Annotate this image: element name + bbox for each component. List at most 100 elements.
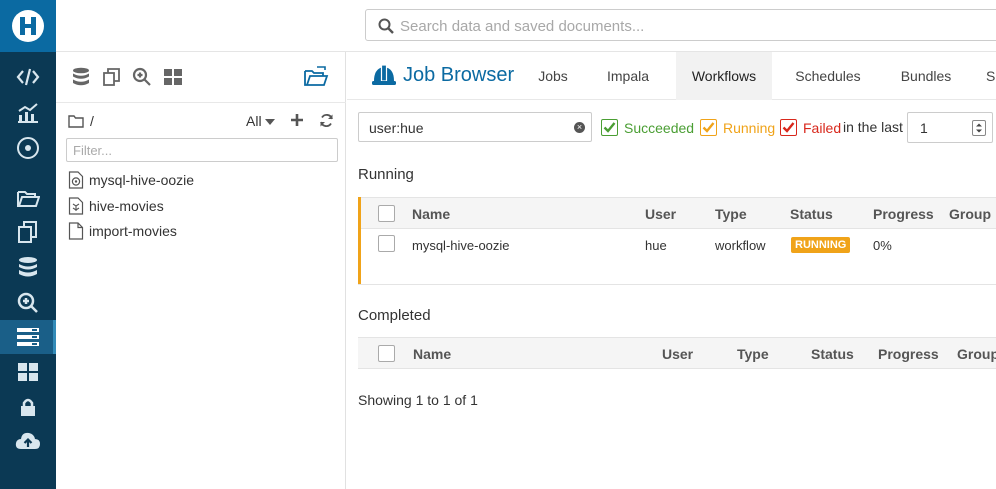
user-filter-input[interactable] bbox=[369, 118, 569, 138]
succeeded-checkbox[interactable] bbox=[601, 119, 618, 136]
row-checkbox[interactable] bbox=[378, 235, 395, 252]
file-item-hive-movies[interactable]: hive-movies bbox=[68, 196, 164, 216]
failed-checkbox[interactable] bbox=[780, 119, 797, 136]
add-icon[interactable] bbox=[290, 113, 304, 127]
folder-open-icon[interactable] bbox=[303, 66, 329, 88]
tab-workflows[interactable]: Workflows bbox=[676, 52, 772, 100]
hive-file-icon bbox=[68, 197, 84, 215]
clear-icon[interactable]: × bbox=[574, 122, 585, 133]
tab-impala[interactable]: Impala bbox=[601, 52, 655, 100]
search-zoom-icon bbox=[16, 291, 40, 315]
running-checkbox[interactable] bbox=[700, 119, 717, 136]
code-icon bbox=[16, 68, 40, 86]
column-header-type[interactable]: Type bbox=[737, 346, 769, 362]
running-section-title: Running bbox=[358, 166, 414, 183]
in-the-last-input[interactable] bbox=[920, 119, 960, 137]
global-search bbox=[365, 9, 996, 41]
documents-icon[interactable] bbox=[101, 66, 123, 88]
nav-dashboard-button[interactable] bbox=[0, 96, 56, 130]
column-header-user[interactable]: User bbox=[645, 206, 676, 222]
column-header-progress[interactable]: Progress bbox=[873, 206, 934, 222]
job-browser-title: Job Browser bbox=[371, 63, 514, 87]
job-browser-header: Job Browser Jobs Impala Workflows Schedu… bbox=[347, 52, 996, 100]
tab-workflows-label: Workflows bbox=[691, 68, 757, 84]
column-header-status[interactable]: Status bbox=[811, 346, 854, 362]
nav-search-button[interactable] bbox=[0, 286, 56, 320]
file-icon bbox=[68, 222, 84, 240]
hard-hat-icon bbox=[371, 63, 397, 87]
spinner-arrows-icon[interactable] bbox=[972, 120, 986, 136]
column-header-name[interactable]: Name bbox=[412, 206, 450, 222]
tab-jobs[interactable]: Jobs bbox=[531, 52, 575, 100]
select-all-checkbox[interactable] bbox=[378, 345, 395, 362]
tab-overflow[interactable]: S bbox=[986, 52, 996, 100]
workflow-file-icon bbox=[68, 171, 84, 189]
job-name[interactable]: mysql-hive-oozie bbox=[412, 238, 510, 253]
table-header: Name User Type Status Progress Group bbox=[358, 197, 996, 229]
search-icon bbox=[378, 18, 394, 34]
job-progress: 0% bbox=[873, 238, 892, 253]
column-header-group[interactable]: Group bbox=[949, 206, 991, 222]
database-icon[interactable] bbox=[70, 66, 92, 88]
caret-down-icon bbox=[265, 119, 276, 126]
tab-schedules[interactable]: Schedules bbox=[792, 52, 864, 100]
assist-filter-input[interactable] bbox=[66, 138, 338, 162]
file-item-mysql-hive-oozie[interactable]: mysql-hive-oozie bbox=[68, 170, 194, 190]
in-the-last-label: in the last bbox=[843, 119, 903, 135]
circle-dot-icon bbox=[16, 136, 40, 160]
tab-bundles[interactable]: Bundles bbox=[898, 52, 954, 100]
chart-icon bbox=[16, 102, 40, 124]
nav-security-button[interactable] bbox=[0, 390, 56, 424]
assist-panel: / All mysql-hive-oozie hive-movies impor… bbox=[56, 52, 346, 489]
user-filter: × bbox=[358, 112, 592, 142]
scope-dropdown[interactable]: All bbox=[246, 113, 276, 129]
documents-icon bbox=[17, 220, 39, 244]
job-browser-panel: Job Browser Jobs Impala Workflows Schedu… bbox=[347, 52, 996, 489]
completed-section-title: Completed bbox=[358, 307, 431, 324]
assist-path-row: / All bbox=[68, 112, 338, 132]
refresh-icon[interactable] bbox=[319, 113, 334, 128]
failed-label: Failed bbox=[803, 120, 842, 136]
nav-importer-button[interactable] bbox=[0, 424, 56, 458]
hue-logo[interactable] bbox=[0, 0, 56, 52]
status-badge: RUNNING bbox=[791, 237, 851, 253]
column-header-group[interactable]: Group bbox=[957, 346, 996, 362]
completed-jobs-table: Name User Type Status Progress Group bbox=[358, 337, 996, 370]
pagination-info: Showing 1 to 1 of 1 bbox=[358, 392, 478, 408]
cloud-upload-icon bbox=[15, 431, 41, 451]
file-name: hive-movies bbox=[89, 198, 164, 214]
nav-jobs-button[interactable] bbox=[0, 320, 56, 354]
column-header-user[interactable]: User bbox=[662, 346, 693, 362]
file-item-import-movies[interactable]: import-movies bbox=[68, 221, 177, 241]
lock-icon bbox=[19, 397, 37, 417]
nav-scheduler-button[interactable] bbox=[0, 131, 56, 165]
grid-icon[interactable] bbox=[162, 66, 184, 88]
table-row[interactable]: mysql-hive-oozie hue workflow RUNNING 0% bbox=[358, 229, 996, 284]
nav-editor-button[interactable] bbox=[0, 60, 56, 94]
global-search-input[interactable] bbox=[400, 15, 990, 37]
scope-label: All bbox=[246, 113, 262, 129]
search-zoom-icon[interactable] bbox=[131, 66, 153, 88]
current-path[interactable]: / bbox=[90, 113, 94, 129]
column-header-type[interactable]: Type bbox=[715, 206, 747, 222]
nav-documents-button[interactable] bbox=[0, 215, 56, 249]
column-header-name[interactable]: Name bbox=[413, 346, 451, 362]
column-header-progress[interactable]: Progress bbox=[878, 346, 939, 362]
left-navigation bbox=[0, 0, 56, 489]
top-bar bbox=[56, 0, 996, 52]
running-label: Running bbox=[723, 120, 776, 136]
grid-icon bbox=[17, 362, 39, 382]
column-header-status[interactable]: Status bbox=[790, 206, 833, 222]
select-all-checkbox[interactable] bbox=[378, 205, 395, 222]
row-divider bbox=[358, 284, 996, 285]
table-header: Name User Type Status Progress Group bbox=[358, 337, 996, 369]
file-name: mysql-hive-oozie bbox=[89, 172, 195, 188]
succeeded-label: Succeeded bbox=[624, 120, 695, 136]
folder-open-icon bbox=[16, 188, 40, 208]
nav-files-button[interactable] bbox=[0, 181, 56, 215]
file-name: import-movies bbox=[89, 223, 177, 239]
nav-tables-button[interactable] bbox=[0, 251, 56, 285]
nav-apps-button[interactable] bbox=[0, 355, 56, 389]
assist-toolbar bbox=[56, 52, 346, 103]
running-jobs-table: Name User Type Status Progress Group mys… bbox=[358, 197, 996, 285]
